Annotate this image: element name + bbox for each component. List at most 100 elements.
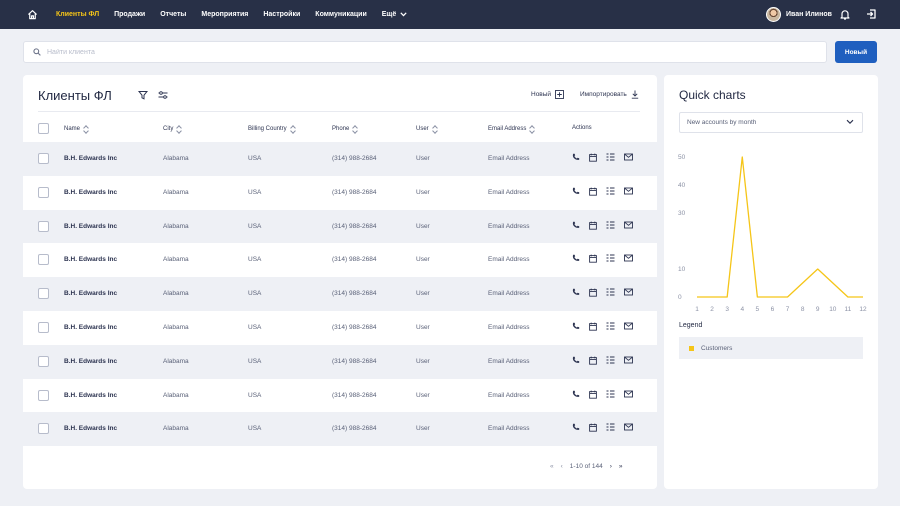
avatar[interactable]: [766, 7, 781, 22]
row-checkbox[interactable]: [38, 220, 49, 232]
task-list-icon[interactable]: [606, 356, 615, 365]
phone-icon[interactable]: [572, 390, 580, 399]
nav-item-2[interactable]: Отчеты: [160, 11, 186, 18]
task-list-icon[interactable]: [606, 322, 615, 331]
calendar-icon[interactable]: [589, 187, 597, 196]
task-list-icon[interactable]: [606, 390, 615, 399]
row-checkbox[interactable]: [38, 321, 49, 333]
column-header-city[interactable]: City: [163, 125, 182, 133]
cell-name[interactable]: B.H. Edwards Inc: [64, 324, 117, 331]
calendar-icon[interactable]: [589, 322, 597, 331]
row-checkbox[interactable]: [38, 389, 49, 401]
task-list-icon[interactable]: [606, 187, 615, 196]
new-client-button[interactable]: Новый: [835, 41, 877, 63]
phone-icon[interactable]: [572, 254, 580, 263]
logout-icon[interactable]: [866, 9, 876, 21]
phone-icon[interactable]: [572, 221, 580, 230]
next-page-icon[interactable]: ›: [610, 463, 612, 470]
calendar-icon[interactable]: [589, 390, 597, 399]
column-header-name[interactable]: Name: [64, 125, 89, 133]
table-row[interactable]: B.H. Edwards Inc Alabama USA (314) 988-2684…: [23, 344, 657, 379]
table-row[interactable]: B.H. Edwards Inc Alabama USA (314) 988-2684…: [23, 277, 657, 311]
user-menu[interactable]: Иван Илинов: [766, 7, 832, 22]
last-page-icon[interactable]: »: [619, 463, 623, 470]
nav-more-menu[interactable]: Ещё: [382, 11, 407, 18]
cell-name[interactable]: B.H. Edwards Inc: [64, 155, 117, 162]
nav-item-4[interactable]: Настройки: [263, 11, 300, 18]
table-row[interactable]: B.H. Edwards Inc Alabama USA (314) 988-2684…: [23, 176, 657, 210]
prev-page-icon[interactable]: ‹: [561, 463, 563, 470]
column-header-email[interactable]: Email Address: [488, 125, 535, 133]
add-new-link[interactable]: Новый: [531, 90, 565, 99]
mail-icon[interactable]: [624, 153, 633, 162]
chart-select[interactable]: New accounts by month: [679, 112, 863, 133]
task-list-icon[interactable]: [606, 221, 615, 230]
cell-name[interactable]: B.H. Edwards Inc: [64, 358, 117, 365]
row-checkbox[interactable]: [38, 355, 49, 367]
column-header-billing-country[interactable]: Billing Country: [248, 125, 296, 133]
cell-name[interactable]: B.H. Edwards Inc: [64, 223, 117, 230]
legend-title: Legend: [679, 322, 703, 329]
sliders-icon[interactable]: [158, 90, 168, 102]
filter-icon[interactable]: [137, 90, 149, 102]
calendar-icon[interactable]: [589, 288, 597, 297]
cell-name[interactable]: B.H. Edwards Inc: [64, 392, 117, 399]
calendar-icon[interactable]: [589, 221, 597, 230]
phone-icon[interactable]: [572, 322, 580, 331]
mail-icon[interactable]: [624, 390, 633, 399]
mail-icon[interactable]: [624, 322, 633, 331]
mail-icon[interactable]: [624, 288, 633, 297]
table-row[interactable]: B.H. Edwards Inc Alabama USA (314) 988-2684…: [23, 311, 657, 345]
first-page-icon[interactable]: «: [550, 463, 554, 470]
column-header-phone[interactable]: Phone: [332, 125, 358, 133]
task-list-icon[interactable]: [606, 423, 615, 432]
table-row[interactable]: B.H. Edwards Inc Alabama USA (314) 988-2684…: [23, 209, 657, 244]
cell-name[interactable]: B.H. Edwards Inc: [64, 425, 117, 432]
cell-email: Email Address: [488, 155, 530, 162]
y-tick-label: 50: [678, 154, 686, 161]
calendar-icon[interactable]: [589, 356, 597, 365]
phone-icon[interactable]: [572, 153, 580, 162]
bell-icon[interactable]: [840, 9, 850, 22]
cell-name[interactable]: B.H. Edwards Inc: [64, 290, 117, 297]
row-checkbox[interactable]: [38, 186, 49, 198]
cell-name[interactable]: B.H. Edwards Inc: [64, 189, 117, 196]
nav-item-3[interactable]: Мероприятия: [201, 11, 248, 18]
mail-icon[interactable]: [624, 356, 633, 365]
search-input[interactable]: [47, 48, 747, 56]
legend-item-customers[interactable]: Customers: [679, 337, 863, 359]
mail-icon[interactable]: [624, 423, 633, 432]
table-row[interactable]: B.H. Edwards Inc Alabama USA (314) 988-2684…: [23, 412, 657, 447]
calendar-icon[interactable]: [589, 254, 597, 264]
table-row[interactable]: B.H. Edwards Inc Alabama USA (314) 988-2684…: [23, 142, 657, 176]
table-row[interactable]: B.H. Edwards Inc Alabama USA (314) 988-2684…: [23, 243, 657, 277]
mail-icon[interactable]: [624, 221, 633, 230]
x-tick-label: 3: [725, 306, 729, 313]
nav-item-1[interactable]: Продажи: [114, 11, 145, 18]
phone-icon[interactable]: [572, 356, 580, 365]
cell-name[interactable]: B.H. Edwards Inc: [64, 256, 117, 263]
home-icon[interactable]: [25, 8, 39, 22]
nav-item-5[interactable]: Коммуникации: [315, 11, 366, 18]
task-list-icon[interactable]: [606, 153, 615, 162]
row-checkbox[interactable]: [38, 153, 49, 164]
calendar-icon[interactable]: [589, 153, 597, 162]
select-all-checkbox[interactable]: [38, 123, 49, 134]
task-list-icon[interactable]: [606, 254, 615, 263]
row-checkbox[interactable]: [38, 254, 49, 266]
column-header-user[interactable]: User: [416, 125, 438, 133]
cell-country: USA: [248, 391, 262, 399]
import-link[interactable]: Импортировать: [580, 90, 639, 99]
phone-icon[interactable]: [572, 423, 580, 432]
calendar-icon[interactable]: [589, 423, 597, 433]
mail-icon[interactable]: [624, 187, 633, 196]
nav-item-0[interactable]: Клиенты ФЛ: [56, 11, 99, 18]
task-list-icon[interactable]: [606, 288, 615, 297]
mail-icon[interactable]: [624, 254, 633, 263]
phone-icon[interactable]: [572, 187, 580, 196]
phone-icon[interactable]: [572, 288, 580, 297]
x-tick-label: 12: [859, 306, 867, 313]
row-checkbox[interactable]: [38, 288, 49, 300]
row-checkbox[interactable]: [38, 423, 49, 435]
table-row[interactable]: B.H. Edwards Inc Alabama USA (314) 988-2684…: [23, 379, 657, 413]
